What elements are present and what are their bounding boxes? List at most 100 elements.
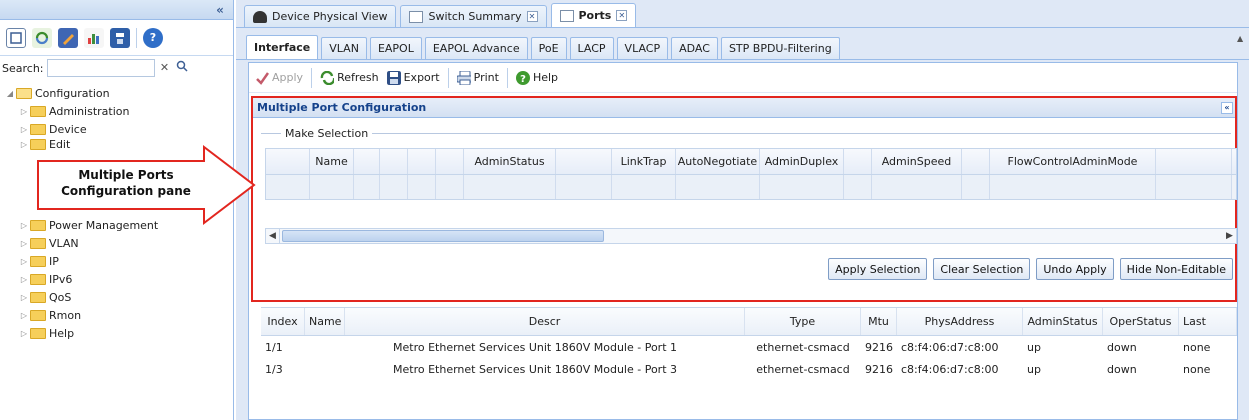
scrollbar-thumb[interactable] [282,230,604,242]
grid-cell[interactable] [1156,175,1232,199]
grid-cell[interactable] [310,175,354,199]
tab-ports[interactable]: Ports ✕ [550,3,637,27]
tree-node-vlan[interactable]: ▷ VLAN [0,234,233,252]
grid-cell[interactable] [408,175,436,199]
grid-header-cell[interactable]: AdminDuplex [760,149,844,174]
column-header-mtu[interactable]: Mtu [861,308,897,335]
grid-cell[interactable] [464,175,556,199]
tree-node-rmon[interactable]: ▷ Rmon [0,306,233,324]
tree-node-administration[interactable]: ▷ Administration [0,102,233,120]
grid-header-cell[interactable]: AdminStatus [464,149,556,174]
collapse-panel-icon[interactable]: « [213,3,227,17]
expand-icon[interactable]: « [1221,102,1233,114]
collapsed-triangle-icon[interactable]: ▷ [18,140,30,149]
collapsed-triangle-icon[interactable]: ▷ [18,257,30,266]
column-header-index[interactable]: Index [261,308,305,335]
search-input[interactable] [46,59,155,77]
grid-cell[interactable] [760,175,844,199]
grid-cell[interactable] [436,175,464,199]
grid-header-cell[interactable]: LinkTrap [612,149,676,174]
grid-header-cell[interactable]: FlowControlAdminMode [990,149,1156,174]
grid-header-cell[interactable]: AdminSpeed [872,149,962,174]
scroll-right-icon[interactable]: ▶ [1226,229,1236,243]
expanded-triangle-icon[interactable]: ◢ [4,89,16,98]
refresh-icon[interactable] [32,27,52,48]
tree-node-ip[interactable]: ▷ IP [0,252,233,270]
window-icon[interactable] [6,27,26,48]
edit-icon[interactable] [58,27,78,48]
grid-header-cell[interactable] [844,149,872,174]
grid-cell[interactable] [872,175,962,199]
grid-header-cell[interactable]: Name [310,149,354,174]
tab-vlacp[interactable]: VLACP [616,37,669,59]
table-row[interactable]: 1/1 Metro Ethernet Services Unit 1860V M… [261,336,1237,358]
close-icon[interactable]: ✕ [526,11,538,22]
clear-selection-button[interactable]: Clear Selection [933,258,1031,280]
tab-stp-bpdu-filtering[interactable]: STP BPDU-Filtering [720,37,840,59]
column-header-operstatus[interactable]: OperStatus [1103,308,1179,335]
grid-header-cell[interactable] [354,149,380,174]
clear-search-icon[interactable]: ✕ [158,60,172,76]
grid-cell[interactable] [354,175,380,199]
grid-header-cell[interactable] [380,149,408,174]
tree-node-device[interactable]: ▷ Device [0,120,233,138]
grid-cell[interactable] [844,175,872,199]
apply-selection-button[interactable]: Apply Selection [828,258,928,280]
tree-node-help[interactable]: ▷ Help [0,324,233,342]
horizontal-scrollbar[interactable]: ◀ ▶ [265,228,1237,244]
tab-switch-summary[interactable]: Switch Summary ✕ [400,5,547,27]
apply-button[interactable]: Apply [255,71,303,85]
tab-vlan[interactable]: VLAN [321,37,367,59]
grid-cell[interactable] [556,175,612,199]
grid-cell[interactable] [990,175,1156,199]
collapsed-triangle-icon[interactable]: ▷ [18,107,30,116]
column-header-adminstatus[interactable]: AdminStatus [1023,308,1103,335]
collapsed-triangle-icon[interactable]: ▷ [18,329,30,338]
column-header-type[interactable]: Type [745,308,861,335]
tree-node-configuration[interactable]: ◢ Configuration [0,84,233,102]
collapsed-triangle-icon[interactable]: ▷ [18,221,30,230]
collapsed-triangle-icon[interactable]: ▷ [18,239,30,248]
collapsed-triangle-icon[interactable]: ▷ [18,275,30,284]
grid-header-cell[interactable] [266,149,310,174]
column-header-descr[interactable]: Descr [345,308,745,335]
grid-header-cell[interactable] [436,149,464,174]
grid-cell[interactable] [380,175,408,199]
grid-header-cell[interactable] [962,149,990,174]
help-button[interactable]: ? Help [515,70,558,85]
grid-cell[interactable] [266,175,310,199]
tab-lacp[interactable]: LACP [569,37,614,59]
undo-apply-button[interactable]: Undo Apply [1036,258,1114,280]
tab-poe[interactable]: PoE [530,37,567,59]
help-icon[interactable]: ? [143,27,163,48]
tab-adac[interactable]: ADAC [671,37,718,59]
save-icon[interactable] [110,27,130,48]
selection-grid-row[interactable] [266,175,1236,199]
collapsed-triangle-icon[interactable]: ▷ [18,311,30,320]
tab-eapol-advance[interactable]: EAPOL Advance [424,37,528,59]
tree-node-qos[interactable]: ▷ QoS [0,288,233,306]
scroll-left-icon[interactable]: ◀ [266,229,280,243]
collapsed-triangle-icon[interactable]: ▷ [18,293,30,302]
tab-device-physical-view[interactable]: Device Physical View [244,5,397,27]
grid-cell[interactable] [612,175,676,199]
grid-cell[interactable] [676,175,760,199]
tab-eapol[interactable]: EAPOL [369,37,422,59]
refresh-button[interactable]: Refresh [320,70,379,85]
column-header-physaddress[interactable]: PhysAddress [897,308,1023,335]
print-button[interactable]: Print [456,70,499,85]
chart-icon[interactable] [84,27,104,48]
scroll-up-icon[interactable]: ▲ [1237,34,1247,44]
grid-header-cell[interactable] [556,149,612,174]
tab-interface[interactable]: Interface [246,35,319,59]
hide-non-editable-button[interactable]: Hide Non-Editable [1119,258,1233,280]
collapsed-triangle-icon[interactable]: ▷ [18,125,30,134]
grid-header-cell[interactable]: AutoNegotiate [676,149,760,174]
tree-node-ipv6[interactable]: ▷ IPv6 [0,270,233,288]
grid-header-cell[interactable] [408,149,436,174]
grid-cell[interactable] [962,175,990,199]
close-icon[interactable]: ✕ [616,10,628,21]
table-row[interactable]: 1/3 Metro Ethernet Services Unit 1860V M… [261,358,1237,380]
export-button[interactable]: Export [386,70,440,85]
column-header-last[interactable]: Last [1179,308,1237,335]
